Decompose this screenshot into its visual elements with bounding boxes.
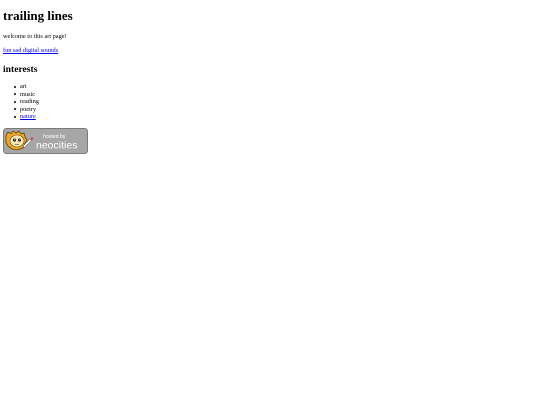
welcome-text: welcome to this art page! [3,33,67,40]
neocities-badge[interactable]: hosted by neocities [3,128,88,154]
neocities-brand-label: neocities [36,140,77,152]
interest-item-poetry: poetry [14,105,39,114]
page: trailing lines welcome to this art page!… [0,0,540,405]
interests-heading: interests [3,64,38,75]
music-link[interactable]: fun sad digital sounds [3,47,58,55]
interest-item-music: music [14,90,39,99]
interest-label-music: music [20,90,36,98]
page-title: trailing lines [3,8,73,23]
neocities-badge-graphic: hosted by neocities [3,128,88,154]
interest-label-reading: reading [20,98,39,105]
interest-item-nature: nature [14,113,39,121]
interest-item-reading: reading [14,98,39,106]
interest-label-art: art [20,83,27,90]
nature-link[interactable]: nature [20,113,36,120]
interest-item-art: art [14,83,39,91]
interests-list: art music reading poetry nature [14,83,39,121]
interest-label-poetry: poetry [20,105,37,113]
